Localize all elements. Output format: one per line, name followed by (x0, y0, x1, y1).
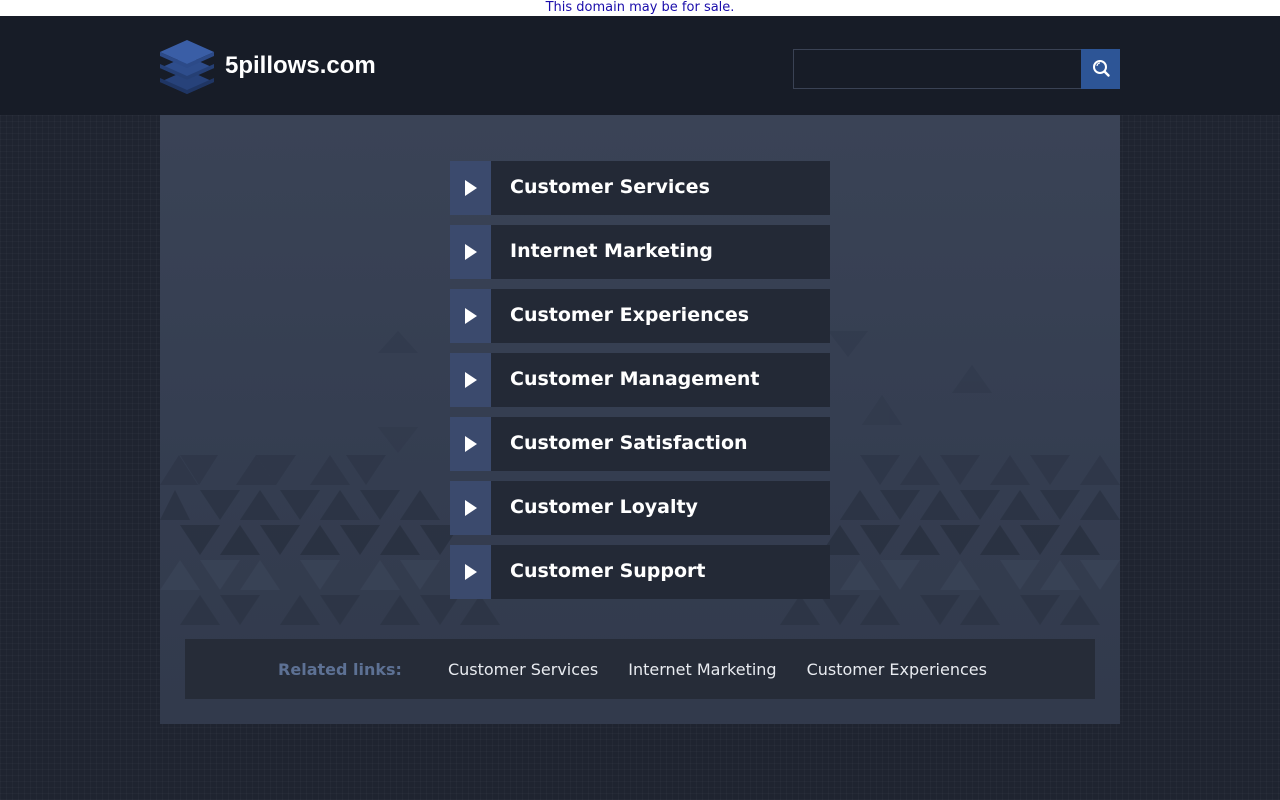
search-button[interactable] (1081, 49, 1120, 89)
list-item-label[interactable]: Customer Loyalty (491, 481, 830, 535)
list-item-label[interactable]: Customer Support (491, 545, 830, 599)
related-link[interactable]: Customer Experiences (807, 660, 987, 679)
list-item-label[interactable]: Customer Experiences (491, 289, 830, 343)
play-arrow-icon (450, 545, 491, 599)
sale-notice-bar: This domain may be for sale. (0, 0, 1280, 16)
list-item[interactable]: Customer Services (450, 161, 830, 215)
list-item[interactable]: Customer Experiences (450, 289, 830, 343)
play-arrow-icon (450, 417, 491, 471)
related-links-bar: Related links: Customer Services Interne… (185, 639, 1095, 699)
site-header: 5pillows.com (0, 16, 1280, 115)
related-link[interactable]: Internet Marketing (628, 660, 776, 679)
list-item-label[interactable]: Customer Management (491, 353, 830, 407)
list-item[interactable]: Customer Satisfaction (450, 417, 830, 471)
site-name[interactable]: 5pillows.com (225, 50, 376, 82)
list-item-label[interactable]: Internet Marketing (491, 225, 830, 279)
stacked-layers-logo-icon[interactable] (160, 36, 214, 96)
link-list: Customer Services Internet Marketing Cus… (450, 161, 830, 609)
related-links-title: Related links: (278, 659, 402, 679)
play-arrow-icon (450, 353, 491, 407)
search-input[interactable] (793, 49, 1081, 89)
list-item[interactable]: Internet Marketing (450, 225, 830, 279)
list-item[interactable]: Customer Support (450, 545, 830, 599)
play-arrow-icon (450, 481, 491, 535)
main-panel: Customer Services Internet Marketing Cus… (160, 115, 1120, 724)
list-item-label[interactable]: Customer Services (491, 161, 830, 215)
play-arrow-icon (450, 225, 491, 279)
play-arrow-icon (450, 289, 491, 343)
search-icon (1091, 58, 1111, 81)
list-item-label[interactable]: Customer Satisfaction (491, 417, 830, 471)
list-item[interactable]: Customer Loyalty (450, 481, 830, 535)
play-arrow-icon (450, 161, 491, 215)
list-item[interactable]: Customer Management (450, 353, 830, 407)
sale-notice-link[interactable]: This domain may be for sale. (546, 0, 735, 15)
related-link[interactable]: Customer Services (448, 660, 598, 679)
